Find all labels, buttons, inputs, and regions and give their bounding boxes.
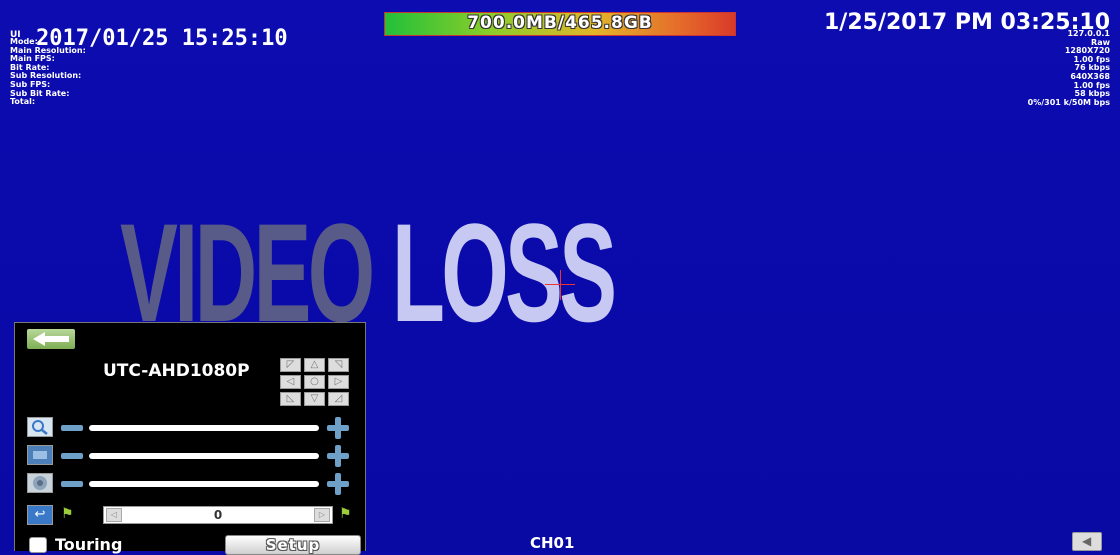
focus-slider[interactable] <box>89 453 319 459</box>
ptz-dpad: ◸ △ ◹ ◁ ○ ▷ ◺ ▽ ◿ <box>280 358 354 410</box>
zoom-icon <box>27 417 53 437</box>
crosshair-icon-vertical <box>560 270 561 300</box>
zoom-out-button[interactable] <box>61 425 83 431</box>
ptz-up-button[interactable]: △ <box>304 358 325 372</box>
video-screen[interactable]: UI 2017/01/25 15:25:10 Mode: Main Resolu… <box>0 0 1120 555</box>
zoom-row <box>27 417 357 439</box>
go-to-preset-icon[interactable]: ⚑ <box>339 506 352 522</box>
setup-button[interactable]: Setup <box>225 535 361 555</box>
video-loss-banner: VIDEO LOSS <box>120 203 617 343</box>
ptz-center-button[interactable]: ○ <box>304 375 325 389</box>
ptz-up-right-button[interactable]: ◹ <box>328 358 349 372</box>
flag-icon[interactable]: ⚑ <box>61 506 74 522</box>
channel-label: CH01 <box>530 534 575 552</box>
undo-icon[interactable]: ↩ <box>27 505 53 525</box>
ptz-right-button[interactable]: ▷ <box>328 375 349 389</box>
camera-name: UTC-AHD1080P <box>103 361 250 381</box>
zoom-in-button[interactable] <box>327 417 349 439</box>
speaker-icon: ◀ <box>1082 534 1092 548</box>
storage-bar: 700.0MB/465.8GB <box>384 12 736 36</box>
touring-label: Touring <box>55 535 123 554</box>
zoom-slider[interactable] <box>89 425 319 431</box>
audio-button[interactable]: ◀ <box>1072 532 1102 551</box>
preset-selector[interactable]: ◁ 0 ▷ <box>103 506 333 524</box>
iris-row <box>27 473 357 495</box>
info-value: 0%/301 k/50M bps <box>1027 97 1110 107</box>
back-button[interactable] <box>27 329 75 349</box>
storage-text: 700.0MB/465.8GB <box>467 13 653 33</box>
back-arrow-icon <box>33 332 69 346</box>
info-values: 127.0.0.1 Raw 1280X720 1.00 fps 76 kbps … <box>1027 29 1110 107</box>
preset-row: ↩ ⚑ ◁ 0 ▷ ⚑ <box>27 505 359 527</box>
preset-value: 0 <box>213 508 223 522</box>
iris-close-button[interactable] <box>61 481 83 487</box>
info-label: Total: <box>10 97 36 107</box>
iris-icon <box>27 473 53 493</box>
focus-icon <box>27 445 53 465</box>
focus-near-button[interactable] <box>61 453 83 459</box>
ptz-left-button[interactable]: ◁ <box>280 375 301 389</box>
focus-row <box>27 445 357 467</box>
ptz-down-left-button[interactable]: ◺ <box>280 392 301 406</box>
ptz-down-right-button[interactable]: ◿ <box>328 392 349 406</box>
ptz-down-button[interactable]: ▽ <box>304 392 325 406</box>
ptz-panel: UTC-AHD1080P ◸ △ ◹ ◁ ○ ▷ ◺ ▽ ◿ ↩ ⚑ ◁ 0 ▷… <box>14 322 366 555</box>
iris-slider[interactable] <box>89 481 319 487</box>
preset-next-button[interactable]: ▷ <box>314 508 330 522</box>
iris-open-button[interactable] <box>327 473 349 495</box>
info-labels: Mode: Main Resolution: Main FPS: Bit Rat… <box>10 37 86 107</box>
focus-far-button[interactable] <box>327 445 349 467</box>
loss-word: LOSS <box>391 194 617 351</box>
ptz-up-left-button[interactable]: ◸ <box>280 358 301 372</box>
